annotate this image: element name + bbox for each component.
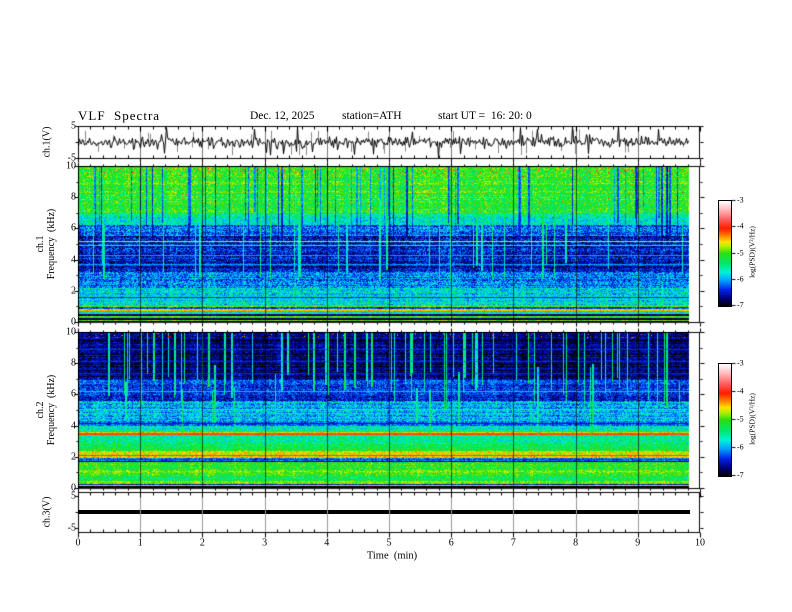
- header-start-ut: start UT = 16: 20: 0: [438, 110, 532, 122]
- colorbar-tick-label: -4: [737, 386, 744, 396]
- y-axis-label-ch2-line1: ch.2: [35, 401, 46, 419]
- colorbar-tick-label: -3: [737, 195, 744, 205]
- time-tick-label: 8: [573, 537, 579, 549]
- time-tick-label: 6: [448, 537, 454, 549]
- time-tick-label: 3: [262, 537, 268, 549]
- y-axis-label-ch3-volts: ch.3(V): [41, 496, 53, 528]
- colorbar-ch1: [718, 200, 732, 307]
- colorbar-tick-label: -7: [737, 470, 744, 480]
- volt-tick-label-ch3: 5: [71, 490, 76, 502]
- y-axis-label-ch1-volts: ch.1(V): [41, 126, 53, 158]
- ch1-waveform-canvas: [78, 126, 700, 158]
- time-tick-label: 1: [137, 537, 143, 549]
- y-axis-label-ch1-line1: ch.1: [35, 235, 46, 253]
- ch3-flatline-trace: [78, 510, 690, 514]
- freq-tick-label-ch2: 10: [66, 326, 76, 338]
- colorbar-tick-label: -6: [737, 274, 744, 284]
- freq-tick-label-ch1: 2: [71, 285, 76, 297]
- vlf-spectra-figure: VLF Spectra Dec. 12, 2025 station=ATH st…: [0, 0, 792, 612]
- colorbar-tick-label: -5: [737, 414, 744, 424]
- freq-tick-label-ch1: 6: [71, 222, 76, 234]
- y-axis-label-ch2-line2: Frequency (kHz): [46, 374, 57, 446]
- header-date: Dec. 12, 2025: [250, 110, 315, 122]
- time-tick-label: 0: [75, 537, 81, 549]
- time-axis-label: Time (min): [366, 550, 418, 562]
- colorbar-tick-label: -7: [737, 300, 744, 310]
- time-tick-label: 5: [386, 537, 392, 549]
- time-tick-label: 2: [199, 537, 205, 549]
- y-axis-label-ch2-frequency: ch.2 Frequency (kHz): [35, 375, 57, 446]
- volt-tick-label-ch1: 5: [71, 120, 76, 132]
- header-station: station=ATH: [342, 110, 402, 122]
- y-axis-label-ch1-frequency: ch.1 Frequency (kHz): [35, 209, 57, 280]
- colorbar-tick-label: -3: [737, 358, 744, 368]
- freq-tick-label-ch2: 2: [71, 451, 76, 463]
- colorbar-ch2-unit-label: log(PSD)(V²/Hz): [747, 393, 757, 445]
- freq-tick-label-ch1: 8: [71, 191, 76, 203]
- time-tick-label: 10: [695, 537, 705, 549]
- time-tick-label: 9: [635, 537, 641, 549]
- colorbar-ch2: [718, 363, 732, 477]
- freq-tick-label-ch2: 8: [71, 357, 76, 369]
- page-title: VLF Spectra: [78, 108, 161, 123]
- colorbar-tick-label: -5: [737, 248, 744, 257]
- freq-tick-label-ch2: 4: [71, 420, 76, 432]
- volt-tick-label-ch3: -5: [67, 522, 76, 534]
- volt-tick-label-ch1: -5: [67, 152, 76, 164]
- colorbar-tick-label: -4: [737, 221, 744, 231]
- freq-tick-label-ch1: 4: [71, 254, 76, 266]
- colorbar-ch1-unit-label: log(PSD)(V²/Hz): [747, 226, 757, 278]
- ch2-spectrogram-canvas: [78, 332, 700, 488]
- time-tick-label: 7: [510, 537, 516, 549]
- freq-tick-label-ch2: 6: [71, 388, 76, 400]
- colorbar-tick-label: -6: [737, 442, 744, 452]
- ch1-spectrogram-canvas: [78, 166, 700, 322]
- time-tick-label: 4: [324, 537, 330, 549]
- y-axis-label-ch1-line2: Frequency (kHz): [46, 208, 57, 280]
